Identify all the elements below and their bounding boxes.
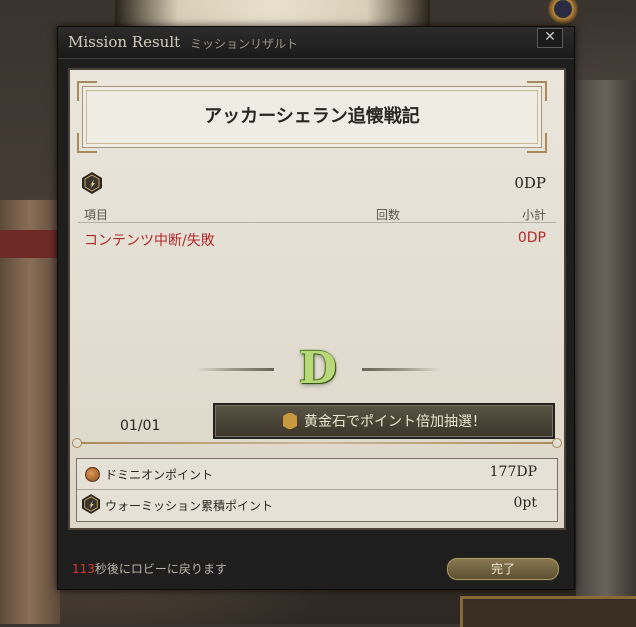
dialog-subtitle: ミッションリザルト [190, 37, 299, 51]
result-panel: アッカーシェラン追懐戦記 0DP 項目 回数 小計 コンテンツ中断/失敗 0DP… [68, 68, 566, 530]
point-row-dominion: ドミニオンポイント 177DP [77, 459, 557, 490]
countdown-seconds: 113 [72, 562, 95, 576]
return-countdown: 113秒後にロビーに戻ります [72, 560, 227, 577]
row-subtotal: 0DP [517, 230, 546, 246]
row-label: コンテンツ中断/失敗 [84, 233, 215, 249]
golden-stone-icon [282, 412, 298, 430]
points-summary: ドミニオンポイント 177DP ウォーミッション累積ポイント 0pt [76, 458, 558, 522]
mission-name: アッカーシェラン追懐戦記 [204, 106, 420, 127]
point-label: ウォーミッション累積ポイント [105, 499, 274, 513]
ornament-icon [552, 438, 562, 448]
header-count: 回数 [376, 208, 401, 222]
mission-banner: アッカーシェラン追懐戦記 [77, 81, 547, 153]
ornament-line [362, 368, 440, 371]
header-item: 項目 [84, 208, 109, 222]
point-value: 0pt [513, 495, 538, 511]
mission-result-dialog: Mission Result ミッションリザルト ✕ アッカーシェラン追懐戦記 … [57, 26, 575, 590]
header-subtotal: 小計 [521, 208, 546, 222]
dialog-title: Mission Result [68, 33, 181, 51]
background-band [0, 230, 60, 258]
header-divider [78, 222, 556, 223]
coin-icon [85, 467, 100, 482]
dp-emblem-icon [82, 172, 102, 194]
dialog-titlebar: Mission Result ミッションリザルト ✕ [58, 27, 574, 59]
war-emblem-icon [82, 494, 100, 514]
background-stone [576, 80, 636, 624]
compass-icon [548, 0, 578, 24]
done-button[interactable]: 完了 [446, 557, 560, 581]
background-pillar [0, 200, 60, 624]
lottery-button-label: 黄金石でポイント倍加抽選！ [304, 414, 486, 430]
background-frame [460, 596, 636, 627]
grade-letter: D [298, 343, 338, 394]
grade-display: D [196, 342, 440, 396]
section-divider [76, 442, 558, 444]
point-value: 177DP [489, 464, 537, 480]
lottery-button[interactable]: 黄金石でポイント倍加抽選！ [213, 403, 555, 439]
countdown-message: 秒後にロビーに戻ります [94, 562, 227, 576]
point-row-war-mission: ウォーミッション累積ポイント 0pt [77, 490, 557, 520]
ornament-icon [72, 438, 82, 448]
close-button[interactable]: ✕ [537, 28, 563, 48]
point-label: ドミニオンポイント [105, 468, 214, 482]
page-indicator: 01/01 [120, 418, 161, 434]
ornament-line [196, 368, 274, 371]
total-dp: 0DP [514, 174, 546, 192]
